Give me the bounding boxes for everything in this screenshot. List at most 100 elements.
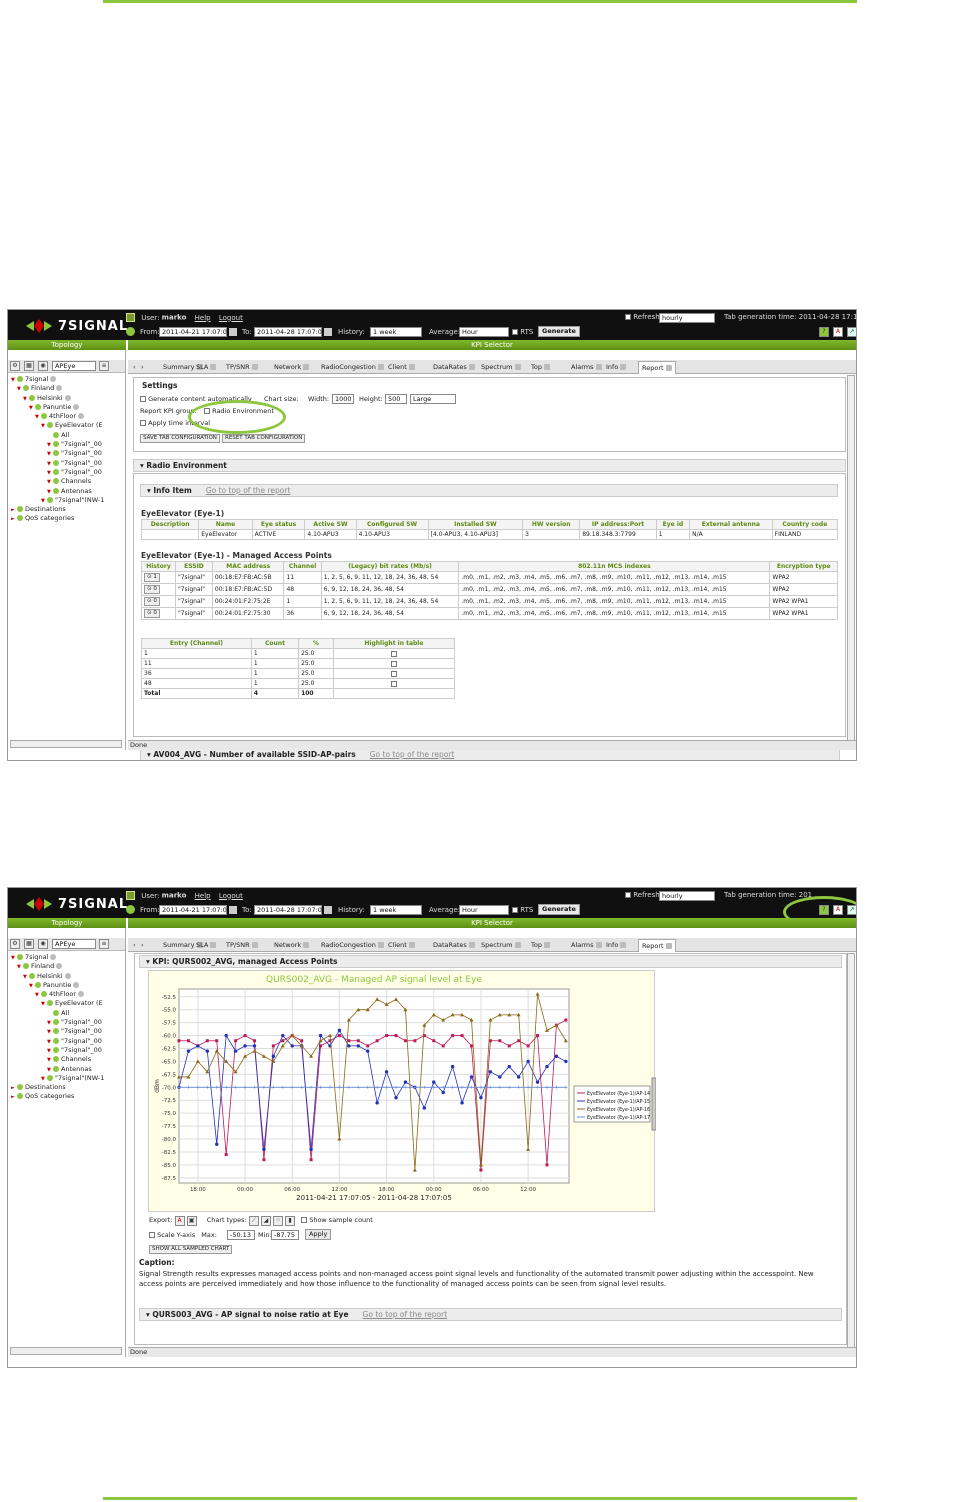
- tab-info[interactable]: Info: [603, 939, 629, 952]
- tab-alarms[interactable]: Alarms: [568, 361, 605, 374]
- expand-icon[interactable]: ▼: [47, 1067, 51, 1073]
- info-icon[interactable]: [665, 943, 672, 949]
- history-select[interactable]: 1 week: [370, 905, 422, 915]
- info-icon[interactable]: [64, 972, 71, 979]
- to-input[interactable]: 2011-04-28 17:07:05: [254, 905, 326, 915]
- history-button[interactable]: ⊙ 0: [144, 609, 160, 618]
- column-header[interactable]: Eye id: [655, 519, 691, 530]
- tab-scroll-right[interactable]: ›: [138, 939, 147, 952]
- expand-icon[interactable]: ▼: [47, 1057, 51, 1063]
- info-icon[interactable]: [408, 942, 415, 948]
- tab-network[interactable]: Network: [271, 361, 312, 374]
- info-icon[interactable]: [251, 942, 258, 948]
- tree-node[interactable]: ► QoS categories: [11, 514, 104, 523]
- tree-node[interactable]: ▼ Antennas: [11, 487, 104, 496]
- bar-chart-icon[interactable]: ▮: [285, 1216, 296, 1226]
- info-icon[interactable]: [50, 954, 57, 960]
- expand-icon[interactable]: ▼: [41, 1076, 45, 1082]
- expand-icon[interactable]: ▼: [41, 498, 45, 504]
- info-icon[interactable]: [50, 376, 57, 382]
- column-header[interactable]: MAC address: [211, 561, 285, 572]
- tree-node[interactable]: ▼ Helsinki: [11, 394, 104, 403]
- column-header[interactable]: History: [141, 561, 176, 572]
- info-icon[interactable]: [377, 364, 384, 370]
- max-input[interactable]: -50.13: [227, 1230, 255, 1240]
- export-icon[interactable]: ↗: [847, 327, 856, 337]
- rts-checkbox[interactable]: [512, 907, 518, 913]
- pdf-icon[interactable]: A: [174, 1216, 185, 1226]
- help-icon[interactable]: ?: [819, 327, 829, 337]
- expand-icon[interactable]: ▼: [35, 992, 39, 998]
- column-header[interactable]: Highlight in table: [332, 638, 456, 649]
- highlight-checkbox[interactable]: [390, 660, 397, 667]
- expand-icon[interactable]: ▼: [23, 396, 27, 402]
- expand-icon[interactable]: ▼: [29, 983, 33, 989]
- tab-radiocongestion[interactable]: RadioCongestion: [318, 939, 387, 952]
- info-icon[interactable]: [73, 403, 80, 410]
- vertical-scrollbar[interactable]: [847, 375, 855, 750]
- column-header[interactable]: Count: [250, 638, 300, 649]
- column-header[interactable]: Entry (Channel): [141, 638, 252, 649]
- column-header[interactable]: External antenna: [689, 519, 773, 530]
- expand-icon[interactable]: ▼: [47, 1029, 51, 1035]
- info-icon[interactable]: [620, 364, 627, 370]
- info-icon[interactable]: [620, 942, 627, 948]
- info-icon[interactable]: [514, 364, 521, 370]
- area-chart-icon[interactable]: ◢: [260, 1216, 271, 1226]
- calendar-icon[interactable]: [229, 906, 237, 914]
- ap-select[interactable]: APEye: [52, 939, 96, 949]
- column-header[interactable]: Configured SW: [355, 519, 429, 530]
- tree-node[interactable]: ▼ Panuntie: [11, 403, 104, 412]
- expand-icon[interactable]: ▼: [47, 1020, 51, 1026]
- scatter-chart-icon[interactable]: ⁘: [272, 1216, 283, 1226]
- tree-node[interactable]: ▼ Panuntie: [11, 981, 104, 990]
- expand-icon[interactable]: ▼: [47, 1039, 51, 1045]
- history-button[interactable]: ⊙ 0: [144, 585, 160, 594]
- info-icon[interactable]: [78, 413, 85, 420]
- info-icon[interactable]: [468, 364, 475, 370]
- vertical-scrollbar[interactable]: [847, 953, 855, 1357]
- history-button[interactable]: ⊙ 1: [144, 573, 160, 582]
- help-link[interactable]: Help: [195, 314, 211, 322]
- tree-node[interactable]: ▼ Channels: [11, 1055, 104, 1064]
- tree-node[interactable]: ▼ "7signal"_00: [11, 1046, 104, 1055]
- tree-node[interactable]: ▼ EyeElevator (E: [11, 999, 104, 1008]
- tree-node[interactable]: ▼ "7signal"_00: [11, 440, 104, 449]
- column-header[interactable]: HW version: [522, 519, 581, 530]
- help-link[interactable]: Help: [195, 892, 211, 900]
- highlight-checkbox[interactable]: [390, 670, 397, 677]
- generate-button[interactable]: Generate: [538, 904, 580, 915]
- refresh-select[interactable]: hourly: [659, 891, 715, 901]
- expand-icon[interactable]: ▼: [47, 451, 51, 457]
- tab-sla[interactable]: SLA: [193, 361, 219, 374]
- list-icon[interactable]: ≡: [99, 361, 109, 371]
- radio-environment-header[interactable]: ▾ Radio Environment: [133, 459, 846, 472]
- info-icon[interactable]: [210, 364, 217, 370]
- scale-y-checkbox[interactable]: [149, 1232, 155, 1238]
- column-header[interactable]: ESSID: [174, 561, 213, 572]
- expand-icon[interactable]: ►: [11, 516, 15, 522]
- tree-node[interactable]: ► Destinations: [11, 1083, 104, 1092]
- generate-content-checkbox[interactable]: [140, 396, 146, 402]
- tree-node[interactable]: ▼ "7signal"_00: [11, 459, 104, 468]
- tree-node[interactable]: ▼ "7signal"_00: [11, 1018, 104, 1027]
- tab-spectrum[interactable]: Spectrum: [478, 939, 524, 952]
- column-header[interactable]: %: [298, 638, 334, 649]
- tab-tpsnr[interactable]: TP/SNR: [223, 361, 261, 374]
- tree-node[interactable]: ▼ "7signal"_00: [11, 1037, 104, 1046]
- info-icon[interactable]: [514, 942, 521, 948]
- to-input[interactable]: 2011-04-28 17:07:05: [254, 327, 326, 337]
- expand-icon[interactable]: ▼: [47, 489, 51, 495]
- min-input[interactable]: -87.75: [271, 1230, 299, 1240]
- tree-node[interactable]: ▼ Finland: [11, 962, 104, 971]
- calendar-icon[interactable]: [229, 328, 237, 336]
- kpi-header[interactable]: ▾ KPI: QURS002_AVG, managed Access Point…: [139, 955, 842, 968]
- tree-node[interactable]: ► QoS categories: [11, 1092, 104, 1101]
- expand-icon[interactable]: ▼: [17, 386, 21, 392]
- tab-top[interactable]: Top: [528, 361, 553, 374]
- go-to-top-link[interactable]: Go to top of the report: [370, 750, 455, 759]
- horizontal-scrollbar[interactable]: [10, 1347, 122, 1355]
- height-input[interactable]: 500: [385, 394, 407, 404]
- info-icon[interactable]: [595, 942, 602, 948]
- expand-icon[interactable]: ▼: [17, 964, 21, 970]
